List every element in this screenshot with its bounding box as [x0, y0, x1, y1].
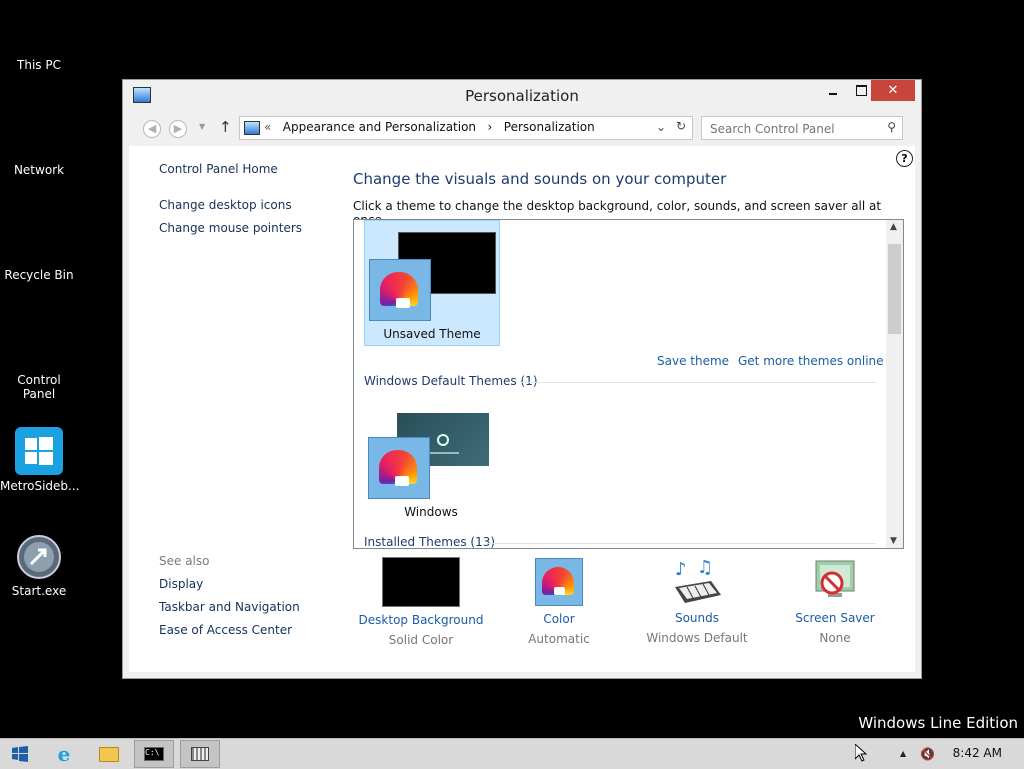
desktop-background-setting[interactable]: Desktop Background Solid Color [351, 557, 491, 647]
chevron-down-icon[interactable]: ⌄ [656, 120, 666, 134]
scroll-up-arrow-icon[interactable]: ▲ [890, 222, 897, 232]
svg-text:♫: ♫ [697, 557, 713, 578]
vertical-scrollbar[interactable]: ▲ ▼ [886, 220, 903, 548]
divider [486, 543, 876, 544]
control-panel-home-link[interactable]: Control Panel Home [159, 162, 278, 176]
volume-muted-icon[interactable]: 🔇 [920, 747, 935, 761]
refresh-icon[interactable]: ↻ [676, 119, 686, 133]
display-link[interactable]: Display [159, 577, 203, 591]
forward-button[interactable]: ▶ [169, 120, 187, 138]
minimize-button[interactable] [819, 80, 847, 101]
theme-item-unsaved[interactable]: Unsaved Theme [364, 220, 500, 346]
desktop-icon-network[interactable]: Network [0, 163, 78, 177]
music-keyboard-icon: ♪ ♫ [671, 557, 723, 605]
setting-title[interactable]: Desktop Background [351, 613, 491, 627]
folder-icon [99, 746, 119, 762]
start-button[interactable] [0, 740, 40, 768]
color-setting[interactable]: Color Automatic [489, 557, 629, 646]
save-theme-link[interactable]: Save theme [657, 354, 729, 368]
color-fan-icon [535, 558, 583, 606]
start-orb-icon [16, 534, 62, 580]
color-fan-icon [369, 259, 431, 321]
setting-value: None [819, 631, 851, 645]
internet-explorer-button[interactable]: e [44, 740, 84, 768]
back-button[interactable]: ◀ [143, 120, 161, 138]
setting-value: Windows Default [646, 631, 748, 645]
change-mouse-pointers-link[interactable]: Change mouse pointers [159, 221, 302, 235]
desktop-icon-label: This PC [17, 58, 61, 72]
desktop-icon-label: Recycle Bin [4, 268, 74, 282]
file-explorer-button[interactable] [89, 740, 129, 768]
mouse-cursor-icon [855, 744, 867, 762]
desktop-icon-metrosidebar[interactable]: MetroSideb... [0, 427, 80, 493]
color-fan-icon [368, 437, 430, 499]
setting-title[interactable]: Screen Saver [765, 611, 905, 625]
windows-logo-icon [12, 746, 28, 762]
window-title: Personalization [465, 87, 579, 105]
screen-saver-setting[interactable]: Screen Saver None [765, 557, 905, 645]
desktop-icon-label: MetroSideb... [0, 479, 80, 493]
scroll-down-arrow-icon[interactable]: ▼ [890, 536, 897, 546]
setting-title[interactable]: Sounds [627, 611, 767, 625]
desktop-icon-control-panel[interactable]: Control Panel [0, 373, 78, 401]
ease-of-access-link[interactable]: Ease of Access Center [159, 623, 292, 637]
change-desktop-icons-link[interactable]: Change desktop icons [159, 198, 292, 212]
recent-pages-icon[interactable]: ▼ [199, 122, 205, 131]
help-icon[interactable]: ? [896, 150, 913, 167]
desktop-icon-this-pc[interactable]: This PC [0, 58, 78, 72]
breadcrumb-appearance[interactable]: Appearance and Personalization [283, 120, 476, 134]
desktop-icon-recycle-bin[interactable]: Recycle Bin [0, 268, 78, 282]
see-also-header: See also [159, 554, 210, 568]
desktop-icon-label: Network [13, 163, 65, 177]
search-icon[interactable]: ⚲ [887, 120, 896, 134]
setting-value: Automatic [528, 632, 590, 646]
taskbar-navigation-link[interactable]: Taskbar and Navigation [159, 600, 300, 614]
divider [522, 382, 876, 383]
group-header-default-themes[interactable]: Windows Default Themes (1) [364, 374, 538, 388]
address-bar[interactable]: « Appearance and Personalization › Perso… [239, 116, 693, 140]
control-panel-icon [244, 121, 260, 135]
title-bar[interactable]: Personalization ✕ [123, 80, 921, 110]
theme-item-windows[interactable]: Windows [364, 410, 498, 522]
search-box[interactable]: ⚲ [701, 116, 903, 140]
desktop-icon-start-exe[interactable]: Start.exe [0, 534, 78, 598]
taskbar: e C:\ ▲ 🔇 8:42 AM [0, 738, 1024, 769]
page-title: Change the visuals and sounds on your co… [353, 170, 727, 188]
screensaver-none-icon [810, 557, 860, 605]
search-input[interactable] [708, 121, 882, 137]
up-arrow-icon[interactable]: ↑ [219, 118, 232, 136]
command-prompt-button[interactable]: C:\ [134, 740, 174, 768]
content-area: Control Panel Home Change desktop icons … [129, 146, 915, 672]
theme-name: Windows [404, 505, 458, 519]
scrollbar-thumb[interactable] [888, 244, 901, 334]
breadcrumb-personalization[interactable]: Personalization [504, 120, 595, 134]
breadcrumb-chevrons[interactable]: « [264, 120, 271, 134]
desktop-icon-label: Control Panel [17, 373, 61, 401]
theme-list[interactable]: Unsaved Theme Save theme Get more themes… [353, 219, 904, 549]
breadcrumb: « Appearance and Personalization › Perso… [264, 120, 595, 134]
control-panel-taskbar-button[interactable] [180, 740, 220, 768]
address-row: ◀ ▶ ▼ ↑ « Appearance and Personalization… [129, 116, 915, 140]
windows-logo-tile-icon [15, 427, 63, 475]
show-hidden-icons-arrow[interactable]: ▲ [900, 749, 906, 758]
setting-value: Solid Color [388, 633, 454, 647]
keyboard-icon [191, 747, 209, 761]
solid-black-swatch [382, 557, 460, 607]
group-header-installed-themes[interactable]: Installed Themes (13) [364, 535, 495, 548]
svg-text:♪: ♪ [675, 559, 687, 580]
get-more-themes-link[interactable]: Get more themes online [738, 354, 884, 368]
sounds-setting[interactable]: ♪ ♫ Sounds Windows Default [627, 557, 767, 645]
close-button[interactable]: ✕ [871, 80, 915, 101]
clock[interactable]: 8:42 AM [953, 746, 1002, 760]
setting-title[interactable]: Color [489, 612, 629, 626]
personalization-window: Personalization ✕ ◀ ▶ ▼ ↑ « Appearance a… [122, 79, 922, 679]
command-prompt-icon: C:\ [144, 747, 164, 761]
desktop-icon-label: Start.exe [11, 584, 67, 598]
internet-explorer-icon: e [57, 742, 71, 766]
breadcrumb-separator[interactable]: › [488, 120, 493, 134]
theme-name: Unsaved Theme [383, 327, 481, 341]
edition-watermark: Windows Line Edition [858, 714, 1018, 732]
